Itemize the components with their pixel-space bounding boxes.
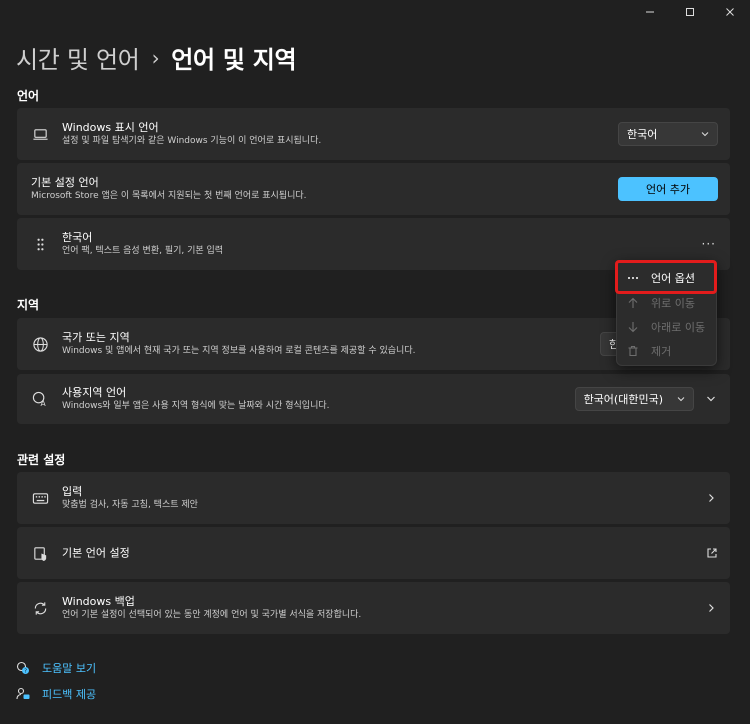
help-link-label: 도움말 보기 [42, 662, 97, 675]
korean-item-title: 한국어 [62, 231, 93, 244]
more-options-button[interactable]: ··· [702, 237, 716, 251]
help-icon: ? [16, 661, 29, 675]
related-admin-language-card[interactable]: 기본 언어 설정 [17, 527, 730, 579]
korean-item-desc: 언어 팩, 텍스트 음성 변환, 필기, 기본 입력 [62, 246, 224, 256]
regional-format-text: 사용지역 언어 Windows와 일부 앱은 사용 지역 형식에 맞는 날짜와 … [62, 385, 330, 413]
related-admin-language-text: 기본 언어 설정 [62, 546, 130, 561]
minimize-icon [646, 11, 654, 13]
menu-item-remove: 제거 [617, 339, 716, 363]
regional-format-title: 사용지역 언어 [62, 386, 127, 399]
regional-format-desc: Windows와 일부 앱은 사용 지역 형식에 맞는 날짜와 시간 형식입니다… [62, 401, 330, 411]
arrow-up-icon [627, 297, 639, 309]
help-link[interactable]: ? 도움말 보기 [16, 660, 96, 676]
menu-item-move-up: 위로 이동 [617, 291, 716, 315]
annotation-highlight-box [615, 260, 717, 294]
laptop-icon [31, 125, 49, 143]
minimize-button[interactable] [630, 0, 670, 24]
feedback-link-label: 피드백 제공 [42, 688, 97, 701]
drag-handle-icon[interactable] [31, 235, 49, 253]
menu-item-label: 위로 이동 [651, 297, 695, 310]
page-title: 언어 및 지역 [171, 46, 297, 74]
country-desc: Windows 및 앱에서 현재 국가 또는 지역 정보를 사용하여 로컬 콘텐… [62, 346, 416, 356]
menu-item-label: 제거 [651, 345, 672, 358]
preferred-language-text: 기본 설정 언어 Microsoft Store 앱은 이 목록에서 지원되는 … [31, 175, 307, 203]
display-language-value: 한국어 [627, 128, 658, 141]
display-language-text: Windows 표시 언어 설정 및 파일 탐색기와 같은 Windows 기능… [62, 120, 321, 148]
preferred-language-desc: Microsoft Store 앱은 이 목록에서 지원되는 첫 번째 언어로 … [31, 191, 307, 201]
related-backup-card[interactable]: Windows 백업 언어 기본 설정이 선택되어 있는 동안 계정에 언어 및… [17, 582, 730, 634]
globe-icon [31, 335, 49, 353]
display-language-card: Windows 표시 언어 설정 및 파일 탐색기와 같은 Windows 기능… [17, 108, 730, 160]
keyboard-icon [31, 489, 49, 507]
related-backup-title: Windows 백업 [62, 595, 135, 608]
related-admin-language-title: 기본 언어 설정 [62, 546, 130, 560]
close-button[interactable] [710, 0, 750, 24]
trash-icon [627, 345, 639, 357]
add-language-button[interactable]: 언어 추가 [618, 177, 718, 201]
maximize-button[interactable] [670, 0, 710, 24]
related-typing-card[interactable]: 입력 맞춤법 검사, 자동 고침, 텍스트 제안 [17, 472, 730, 524]
related-backup-text: Windows 백업 언어 기본 설정이 선택되어 있는 동안 계정에 언어 및… [62, 594, 361, 622]
admin-language-icon [31, 544, 49, 562]
related-backup-desc: 언어 기본 설정이 선택되어 있는 동안 계정에 언어 및 국가별 서식을 저장… [62, 610, 362, 620]
preferred-language-title: 기본 설정 언어 [31, 176, 99, 189]
section-label-language: 언어 [17, 89, 40, 103]
korean-item-text: 한국어 언어 팩, 텍스트 음성 변환, 필기, 기본 입력 [62, 230, 223, 258]
related-typing-text: 입력 맞춤법 검사, 자동 고침, 텍스트 제안 [62, 484, 198, 512]
regional-format-icon: A [31, 390, 49, 408]
regional-format-select[interactable]: 한국어(대한민국) [574, 387, 694, 411]
breadcrumb-parent[interactable]: 시간 및 언어 [16, 40, 140, 75]
backup-icon [31, 599, 49, 617]
svg-text:?: ? [24, 669, 27, 675]
display-language-title: Windows 표시 언어 [62, 121, 159, 134]
feedback-link[interactable]: 피드백 제공 [16, 686, 96, 702]
country-title: 국가 또는 지역 [62, 331, 130, 344]
close-icon [726, 8, 734, 16]
related-typing-desc: 맞춤법 검사, 자동 고침, 텍스트 제안 [62, 500, 198, 510]
expand-chevron-icon[interactable] [706, 394, 716, 404]
chevron-down-icon [701, 132, 709, 137]
display-language-select[interactable]: 한국어 [618, 122, 718, 146]
country-text: 국가 또는 지역 Windows 및 앱에서 현재 국가 또는 지역 정보를 사… [62, 330, 415, 358]
display-language-desc: 설정 및 파일 탐색기와 같은 Windows 기능이 이 언어로 표시됩니다. [62, 136, 322, 146]
breadcrumb: 시간 및 언어 › 언어 및 지역 [16, 40, 297, 75]
breadcrumb-separator: › [151, 45, 160, 70]
related-typing-title: 입력 [62, 485, 83, 498]
menu-item-label: 아래로 이동 [651, 321, 706, 334]
maximize-icon [686, 8, 694, 16]
preferred-language-card: 기본 설정 언어 Microsoft Store 앱은 이 목록에서 지원되는 … [17, 163, 730, 215]
feedback-icon [16, 687, 30, 700]
chevron-down-icon [677, 397, 685, 402]
menu-item-move-down: 아래로 이동 [617, 315, 716, 339]
arrow-down-icon [627, 321, 639, 333]
external-link-icon [707, 548, 717, 558]
chevron-right-icon [709, 494, 714, 502]
section-label-related: 관련 설정 [17, 453, 66, 467]
regional-format-value: 한국어(대한민국) [583, 393, 663, 406]
regional-format-card[interactable]: A 사용지역 언어 Windows와 일부 앱은 사용 지역 형식에 맞는 날짜… [17, 374, 730, 424]
window-controls [630, 0, 750, 24]
chevron-right-icon [709, 604, 714, 612]
section-label-region: 지역 [17, 298, 40, 312]
svg-text:A: A [40, 399, 46, 408]
